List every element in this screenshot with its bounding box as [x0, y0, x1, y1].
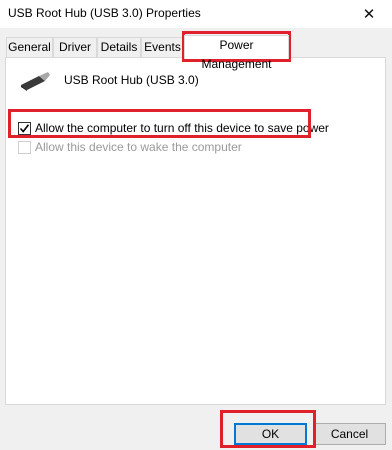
allow-turn-off-checkbox[interactable]: [18, 121, 31, 135]
allow-turn-off-option[interactable]: Allow the computer to turn off this devi…: [18, 121, 329, 135]
allow-turn-off-label: Allow the computer to turn off this devi…: [35, 121, 329, 135]
close-button[interactable]: ✕: [346, 0, 392, 28]
power-management-panel: USB Root Hub (USB 3.0) Allow the compute…: [5, 57, 386, 405]
cancel-button[interactable]: Cancel: [313, 423, 386, 445]
window-title: USB Root Hub (USB 3.0) Properties: [8, 6, 201, 20]
tab-events[interactable]: Events: [141, 37, 184, 57]
tab-details[interactable]: Details: [97, 37, 141, 57]
device-name: USB Root Hub (USB 3.0): [64, 73, 199, 87]
tab-power-management[interactable]: Power Management: [184, 35, 289, 71]
allow-wake-label: Allow this device to wake the computer: [35, 140, 242, 154]
tab-general[interactable]: General: [6, 37, 53, 57]
title-bar: USB Root Hub (USB 3.0) Properties ✕: [0, 0, 392, 28]
tab-driver[interactable]: Driver: [53, 37, 97, 57]
ok-button[interactable]: OK: [234, 423, 307, 445]
allow-wake-checkbox: [18, 140, 31, 154]
usb-connector-icon: [19, 72, 51, 95]
allow-wake-option: Allow this device to wake the computer: [18, 140, 242, 154]
